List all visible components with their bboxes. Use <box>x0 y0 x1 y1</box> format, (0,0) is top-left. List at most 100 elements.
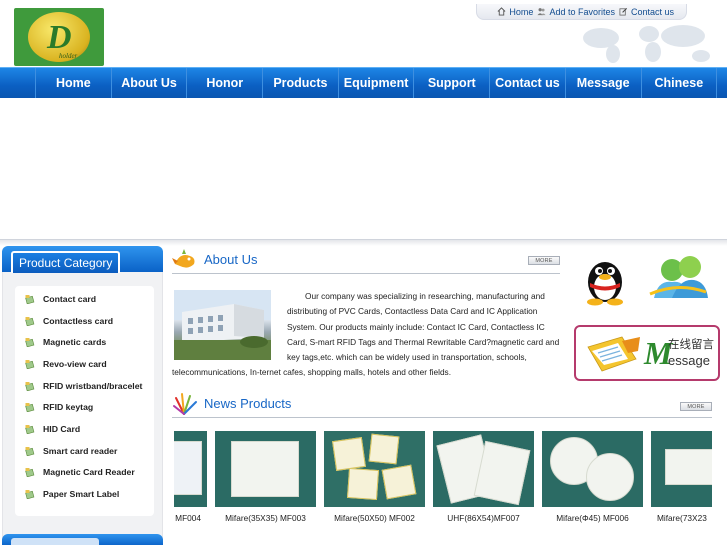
product-strip: Mifare MF004 Mifare(35X35) MF003 Mifare(… <box>174 431 712 528</box>
category-item[interactable]: RFID wristband/bracelet <box>15 375 154 397</box>
bullet-card-icon <box>25 468 35 478</box>
sidebar-title: Product Category <box>11 251 121 273</box>
category-list: Contact card Contactless card Magnetic c… <box>15 286 154 516</box>
bullet-card-icon <box>25 490 35 500</box>
nav-products[interactable]: Products <box>263 68 339 98</box>
nav-message[interactable]: Message <box>566 68 642 98</box>
bullet-card-icon <box>25 424 35 434</box>
product-item[interactable]: UHF(86X54)MF007 <box>433 431 534 528</box>
product-item[interactable]: Mifare MF004 <box>174 431 207 528</box>
category-label: HID Card <box>43 423 81 434</box>
category-item[interactable]: Magnetic cards <box>15 331 154 353</box>
edit-icon <box>619 7 628 16</box>
news-title: News Products <box>204 396 292 411</box>
nav-honor[interactable]: Honor <box>187 68 264 98</box>
bullet-card-icon <box>25 359 35 369</box>
top-link-favorites-label: Add to Favorites <box>549 6 615 17</box>
about-section: About Us MORE Our company was specializi… <box>172 246 560 381</box>
category-item[interactable]: Magnetic Card Reader <box>15 462 154 484</box>
category-label: Magnetic cards <box>43 337 107 348</box>
about-title-bar: About Us MORE <box>172 246 560 274</box>
category-label: Contact card <box>43 293 97 304</box>
header: D holder Home Add to Favorites Contact u… <box>0 0 727 67</box>
bullet-card-icon <box>25 403 35 413</box>
product-caption: Mifare MF004 <box>174 512 201 523</box>
bullet-card-icon <box>25 316 35 326</box>
logo-sub: holder <box>59 52 78 60</box>
category-label: RFID wristband/bracelet <box>43 380 143 391</box>
product-image <box>542 431 643 507</box>
product-item[interactable]: Mifare(Φ45) MF006 <box>542 431 643 528</box>
main-nav: Home About Us Honor Products Equipment S… <box>0 67 727 98</box>
world-map-decoration <box>583 25 710 63</box>
top-link-home-label: Home <box>509 6 534 17</box>
category-item[interactable]: RFID keytag <box>15 396 154 418</box>
top-link-contact-label: Contact us <box>630 6 674 17</box>
category-item[interactable]: HID Card <box>15 418 154 440</box>
nav-chinese[interactable]: Chinese <box>642 68 718 98</box>
category-label: Magnetic Card Reader <box>43 467 135 478</box>
qq-penguin-icon[interactable] <box>581 254 629 306</box>
bullet-card-icon <box>25 294 35 304</box>
product-image <box>174 431 207 507</box>
category-item[interactable]: Contact card <box>15 288 154 310</box>
product-item[interactable]: Mifare(35X35) MF003 <box>215 431 316 528</box>
banner-area <box>0 98 727 240</box>
message-en-label: essage <box>668 353 710 368</box>
category-label: Paper Smart Label <box>43 489 120 500</box>
bullet-card-icon <box>25 446 35 456</box>
nav-contact-us[interactable]: Contact us <box>490 68 566 98</box>
envelope-icon <box>587 336 640 372</box>
product-item[interactable]: Mifare(73X23 <box>651 431 712 528</box>
home-icon <box>498 7 506 16</box>
product-item[interactable]: Mifare(50X50) MF002 <box>324 431 425 528</box>
fireworks-icon <box>173 392 197 415</box>
message-cn-label: 在线留言 <box>668 337 714 351</box>
product-image <box>433 431 534 507</box>
category-item[interactable]: Paper Smart Label <box>15 483 154 505</box>
category-item[interactable]: Contactless card <box>15 310 154 332</box>
news-more-button[interactable]: MORE <box>680 402 712 411</box>
product-image <box>324 431 425 507</box>
logo-letter: D <box>46 19 72 56</box>
top-links-bar: Home Add to Favorites Contact us <box>476 4 687 20</box>
product-caption: Mifare(73X23 <box>657 512 707 523</box>
product-image <box>215 431 316 507</box>
nav-equipment[interactable]: Equipment <box>339 68 415 98</box>
nav-support[interactable]: Support <box>414 68 491 98</box>
product-image <box>651 431 712 507</box>
factory-photo <box>174 290 271 360</box>
about-body: Our company was specializing in research… <box>172 289 560 381</box>
category-label: RFID keytag <box>43 402 94 413</box>
news-title-bar: News Products MORE <box>172 390 712 418</box>
sidebar-next-tab <box>11 538 99 545</box>
bullet-card-icon <box>25 338 35 348</box>
sidebar-body: Contact card Contactless card Magnetic c… <box>2 272 163 544</box>
category-label: Smart card reader <box>43 445 118 456</box>
category-item[interactable]: Revo-view card <box>15 353 154 375</box>
top-link-favorites[interactable]: Add to Favorites <box>537 7 615 17</box>
top-link-contact[interactable]: Contact us <box>619 7 674 17</box>
bullet-card-icon <box>25 381 35 391</box>
about-title: About Us <box>204 252 258 267</box>
product-caption: UHF(86X54)MF007 <box>447 512 520 523</box>
sidebar-next-header <box>2 534 163 545</box>
msn-messenger-icon[interactable] <box>648 252 710 304</box>
category-item[interactable]: Smart card reader <box>15 440 154 462</box>
category-label: Revo-view card <box>43 358 107 369</box>
users-icon <box>537 8 546 16</box>
nav-about-us[interactable]: About Us <box>112 68 188 98</box>
category-label: Contactless card <box>43 315 114 326</box>
sidebar-header: Product Category <box>2 246 163 273</box>
about-more-button[interactable]: MORE <box>528 256 560 265</box>
nav-spacer <box>0 68 36 98</box>
site-logo[interactable]: D holder <box>14 8 104 66</box>
news-products-section: News Products MORE <box>172 390 712 418</box>
top-link-home[interactable]: Home <box>497 7 533 17</box>
product-caption: Mifare(35X35) MF003 <box>225 512 306 523</box>
nav-home[interactable]: Home <box>36 68 112 98</box>
product-caption: Mifare(50X50) MF002 <box>334 512 415 523</box>
online-message-box[interactable]: M 在线留言 essage <box>574 325 720 381</box>
product-caption: Mifare(Φ45) MF006 <box>556 512 629 523</box>
product-category-sidebar: Product Category Contact card Contactles… <box>2 246 163 545</box>
